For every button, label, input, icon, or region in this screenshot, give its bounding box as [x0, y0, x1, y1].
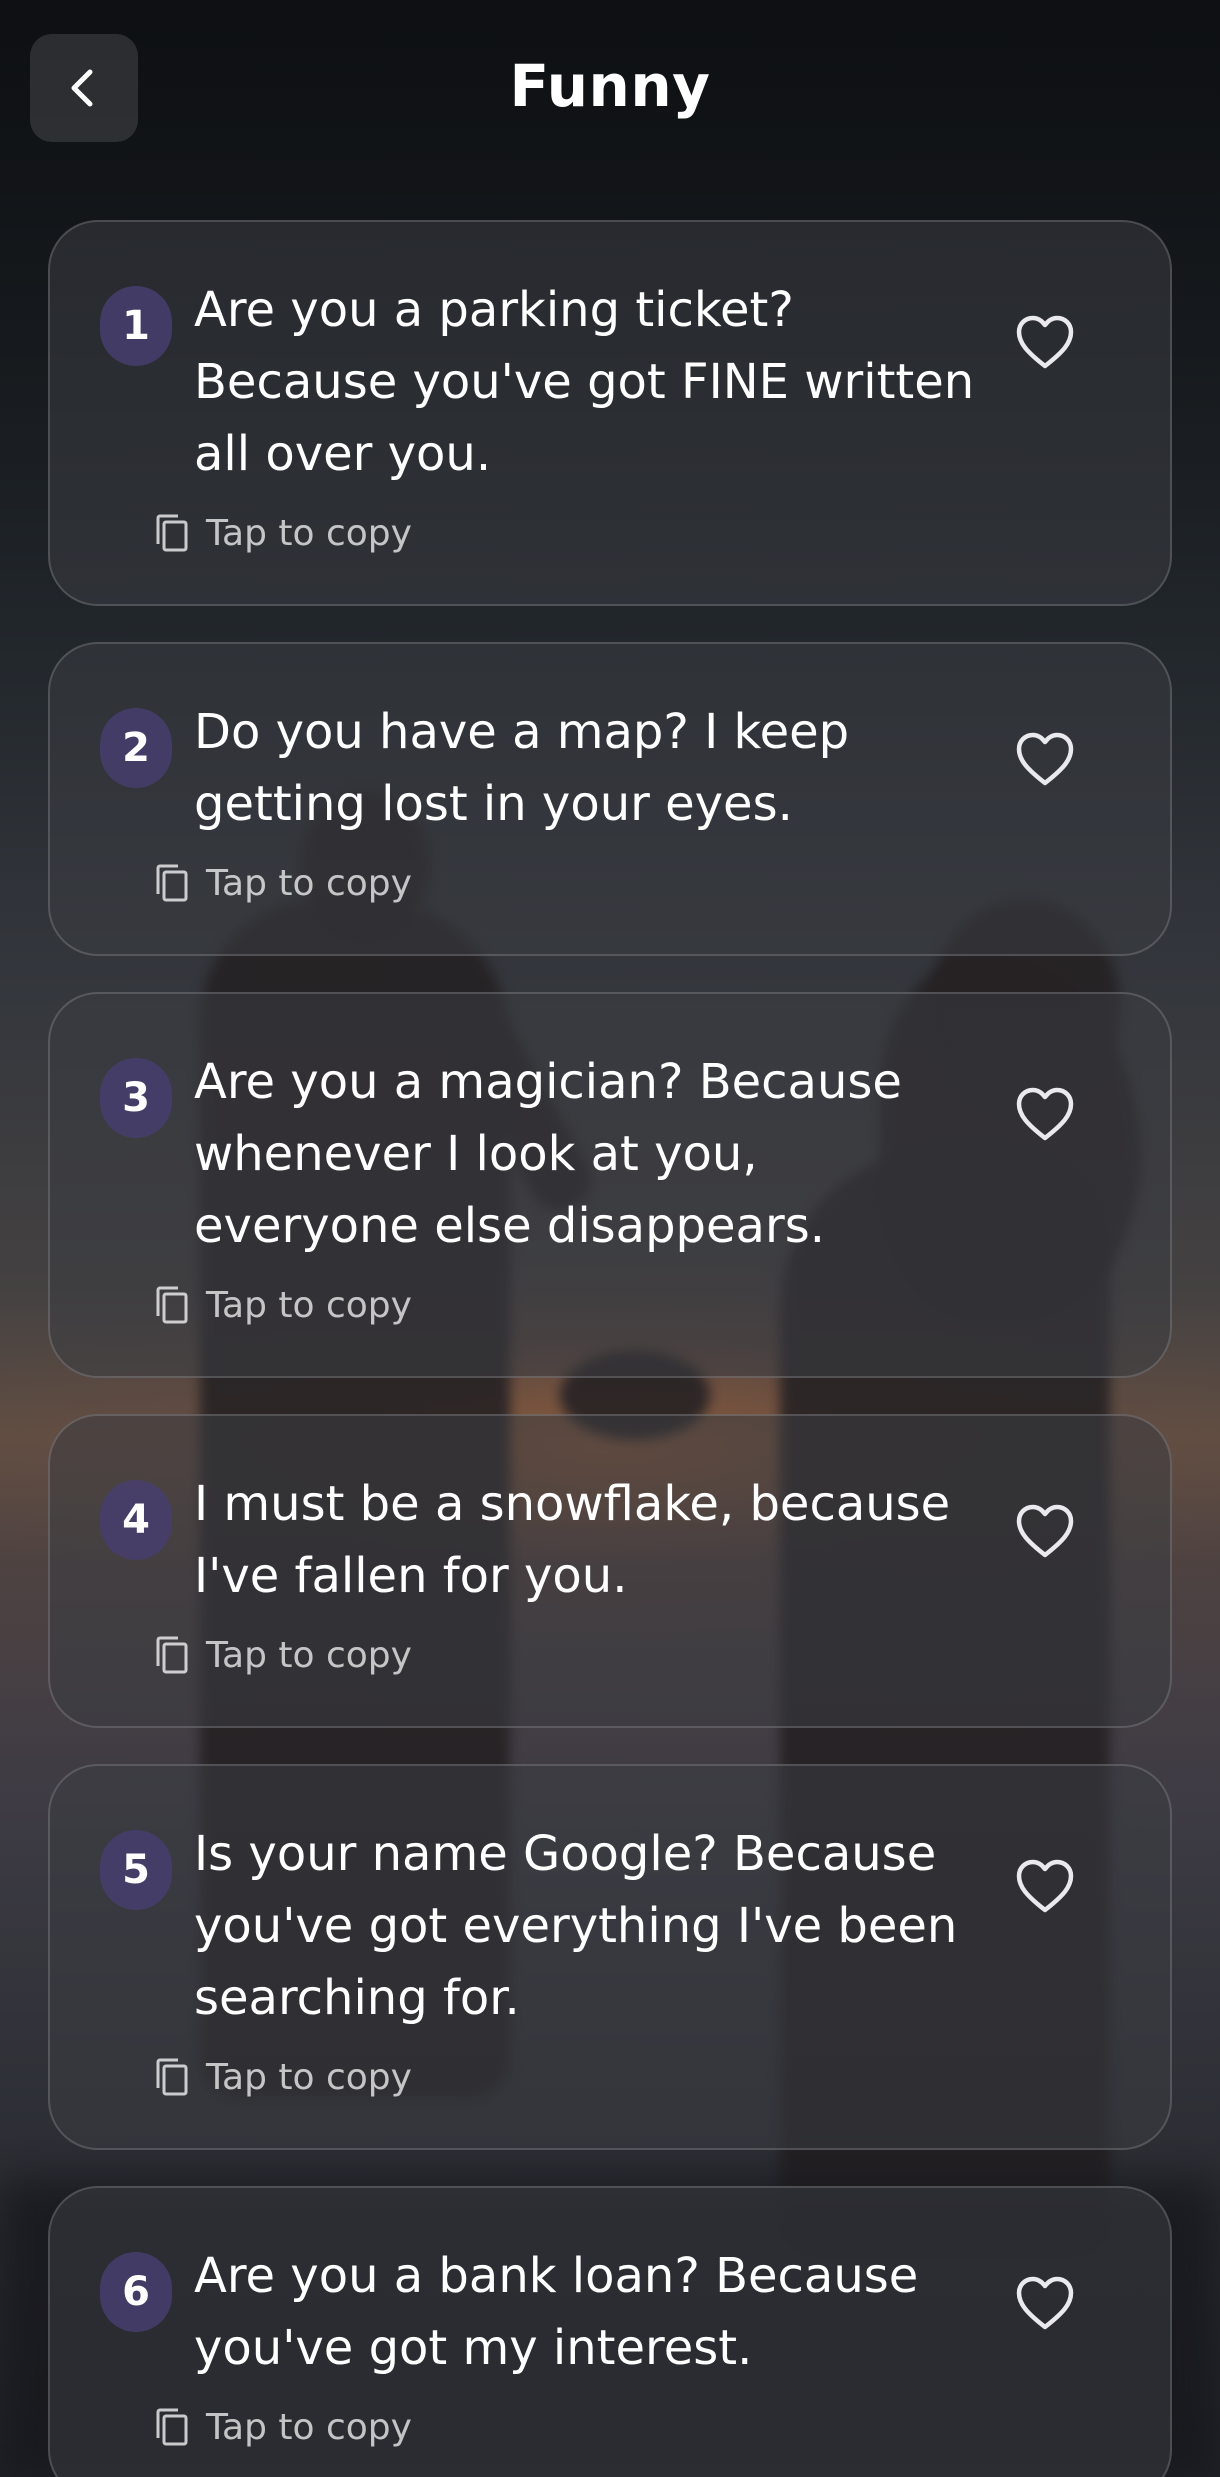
heart-outline-icon — [1016, 315, 1074, 369]
copy-icon — [156, 2408, 188, 2446]
line-card[interactable]: 5 Is your name Google? Because you've go… — [48, 1764, 1172, 2150]
line-number-badge: 1 — [100, 286, 172, 366]
copy-icon — [156, 1286, 188, 1324]
line-text: Is your name Google? Because you've got … — [194, 1826, 958, 2026]
line-number-badge: 4 — [100, 1480, 172, 1560]
line-card[interactable]: 3 Are you a magician? Because whenever I… — [48, 992, 1172, 1378]
copy-label: Tap to copy — [206, 862, 412, 904]
favorite-button[interactable] — [1010, 2268, 1080, 2338]
tap-to-copy[interactable]: Tap to copy — [152, 862, 990, 904]
line-text: Are you a magician? Because whenever I l… — [194, 1054, 902, 1254]
line-text: Are you a parking ticket? Because you've… — [194, 282, 975, 482]
line-card[interactable]: 6 Are you a bank loan? Because you've go… — [48, 2186, 1172, 2477]
favorite-button[interactable] — [1010, 1851, 1080, 1921]
heart-outline-icon — [1016, 732, 1074, 786]
copy-label: Tap to copy — [206, 512, 412, 554]
line-number-badge: 2 — [100, 708, 172, 788]
copy-icon — [156, 2058, 188, 2096]
line-number-badge: 5 — [100, 1830, 172, 1910]
heart-outline-icon — [1016, 1859, 1074, 1913]
line-card[interactable]: 4 I must be a snowflake, because I've fa… — [48, 1414, 1172, 1728]
tap-to-copy[interactable]: Tap to copy — [152, 1284, 990, 1326]
line-number-badge: 6 — [100, 2252, 172, 2332]
pickup-lines-list: 1 Are you a parking ticket? Because you'… — [48, 220, 1172, 2477]
copy-label: Tap to copy — [206, 2056, 412, 2098]
heart-outline-icon — [1016, 1504, 1074, 1558]
page-title: Funny — [509, 52, 711, 120]
favorite-button[interactable] — [1010, 307, 1080, 377]
tap-to-copy[interactable]: Tap to copy — [152, 1634, 990, 1676]
copy-icon — [156, 1636, 188, 1674]
tap-to-copy[interactable]: Tap to copy — [152, 2406, 990, 2448]
header-bar: Funny — [0, 0, 1220, 180]
heart-outline-icon — [1016, 1087, 1074, 1141]
line-text: I must be a snowflake, because I've fall… — [194, 1476, 951, 1604]
favorite-button[interactable] — [1010, 724, 1080, 794]
line-text: Are you a bank loan? Because you've got … — [194, 2248, 919, 2376]
heart-outline-icon — [1016, 2276, 1074, 2330]
copy-label: Tap to copy — [206, 1284, 412, 1326]
copy-label: Tap to copy — [206, 2406, 412, 2448]
favorite-button[interactable] — [1010, 1079, 1080, 1149]
copy-icon — [156, 864, 188, 902]
tap-to-copy[interactable]: Tap to copy — [152, 2056, 990, 2098]
line-card[interactable]: 2 Do you have a map? I keep getting lost… — [48, 642, 1172, 956]
line-card[interactable]: 1 Are you a parking ticket? Because you'… — [48, 220, 1172, 606]
copy-icon — [156, 514, 188, 552]
copy-label: Tap to copy — [206, 1634, 412, 1676]
line-text: Do you have a map? I keep getting lost i… — [194, 704, 850, 832]
line-number-badge: 3 — [100, 1058, 172, 1138]
favorite-button[interactable] — [1010, 1496, 1080, 1566]
tap-to-copy[interactable]: Tap to copy — [152, 512, 990, 554]
